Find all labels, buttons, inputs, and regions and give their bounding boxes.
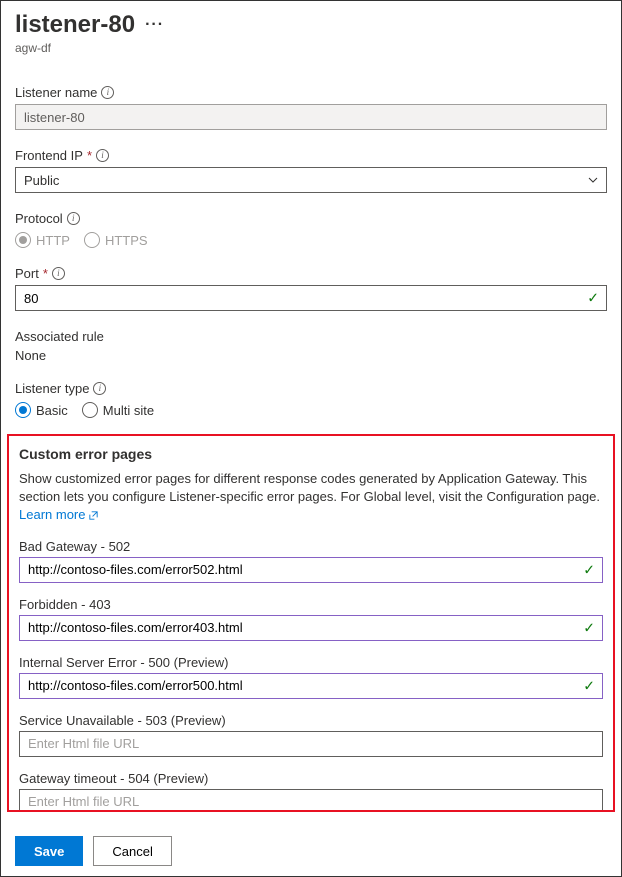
error-page-label: Internal Server Error - 500 (Preview) [19, 655, 603, 670]
listener-type-basic-label: Basic [36, 403, 68, 418]
field-protocol: Protocol i HTTP HTTPS [15, 211, 607, 248]
error-page-field: Gateway timeout - 504 (Preview) [19, 771, 603, 812]
listener-type-multi-radio[interactable]: Multi site [82, 402, 154, 418]
footer: Save Cancel [1, 826, 621, 876]
associated-rule-value: None [15, 348, 607, 363]
more-actions-icon[interactable]: ··· [145, 16, 164, 34]
save-button[interactable]: Save [15, 836, 83, 866]
learn-more-link[interactable]: Learn more [19, 506, 99, 524]
page-title: listener-80 [15, 11, 135, 39]
protocol-https-label: HTTPS [105, 233, 148, 248]
info-icon[interactable]: i [96, 149, 109, 162]
frontend-ip-label: Frontend IP [15, 148, 83, 163]
listener-name-label: Listener name [15, 85, 97, 100]
error-page-label: Service Unavailable - 503 (Preview) [19, 713, 603, 728]
custom-error-pages-section: Custom error pages Show customized error… [7, 434, 615, 812]
field-frontend-ip: Frontend IP * i Public [15, 148, 607, 193]
info-icon[interactable]: i [101, 86, 114, 99]
error-page-url-input[interactable] [19, 615, 603, 641]
custom-errors-title: Custom error pages [19, 446, 603, 462]
header: listener-80 ··· agw-df [1, 1, 621, 59]
error-page-url-input[interactable] [19, 789, 603, 812]
field-listener-name: Listener name i [15, 85, 607, 130]
info-icon[interactable]: i [93, 382, 106, 395]
protocol-https-radio[interactable]: HTTPS [84, 232, 148, 248]
error-page-label: Forbidden - 403 [19, 597, 603, 612]
resource-subtitle: agw-df [15, 41, 607, 55]
required-indicator: * [87, 148, 92, 163]
protocol-http-label: HTTP [36, 233, 70, 248]
field-port: Port * i ✓ [15, 266, 607, 311]
form-area: Listener name i Frontend IP * i Public P… [1, 59, 621, 418]
custom-errors-desc: Show customized error pages for differen… [19, 470, 603, 525]
frontend-ip-select[interactable]: Public [15, 167, 607, 193]
listener-type-multi-label: Multi site [103, 403, 154, 418]
listener-name-input [15, 104, 607, 130]
error-page-url-input[interactable] [19, 731, 603, 757]
associated-rule-label: Associated rule [15, 329, 104, 344]
external-link-icon [88, 510, 99, 521]
required-indicator: * [43, 266, 48, 281]
error-page-label: Gateway timeout - 504 (Preview) [19, 771, 603, 786]
port-input[interactable] [15, 285, 607, 311]
info-icon[interactable]: i [52, 267, 65, 280]
field-listener-type: Listener type i Basic Multi site [15, 381, 607, 418]
error-page-url-input[interactable] [19, 673, 603, 699]
error-page-field: Internal Server Error - 500 (Preview)✓ [19, 655, 603, 699]
error-page-label: Bad Gateway - 502 [19, 539, 603, 554]
field-associated-rule: Associated rule None [15, 329, 607, 363]
listener-type-basic-radio[interactable]: Basic [15, 402, 68, 418]
port-label: Port [15, 266, 39, 281]
error-page-field: Bad Gateway - 502✓ [19, 539, 603, 583]
protocol-label: Protocol [15, 211, 63, 226]
error-page-field: Service Unavailable - 503 (Preview) [19, 713, 603, 757]
error-page-field: Forbidden - 403✓ [19, 597, 603, 641]
frontend-ip-value: Public [24, 173, 59, 188]
error-page-url-input[interactable] [19, 557, 603, 583]
protocol-http-radio[interactable]: HTTP [15, 232, 70, 248]
info-icon[interactable]: i [67, 212, 80, 225]
listener-type-label: Listener type [15, 381, 89, 396]
cancel-button[interactable]: Cancel [93, 836, 171, 866]
